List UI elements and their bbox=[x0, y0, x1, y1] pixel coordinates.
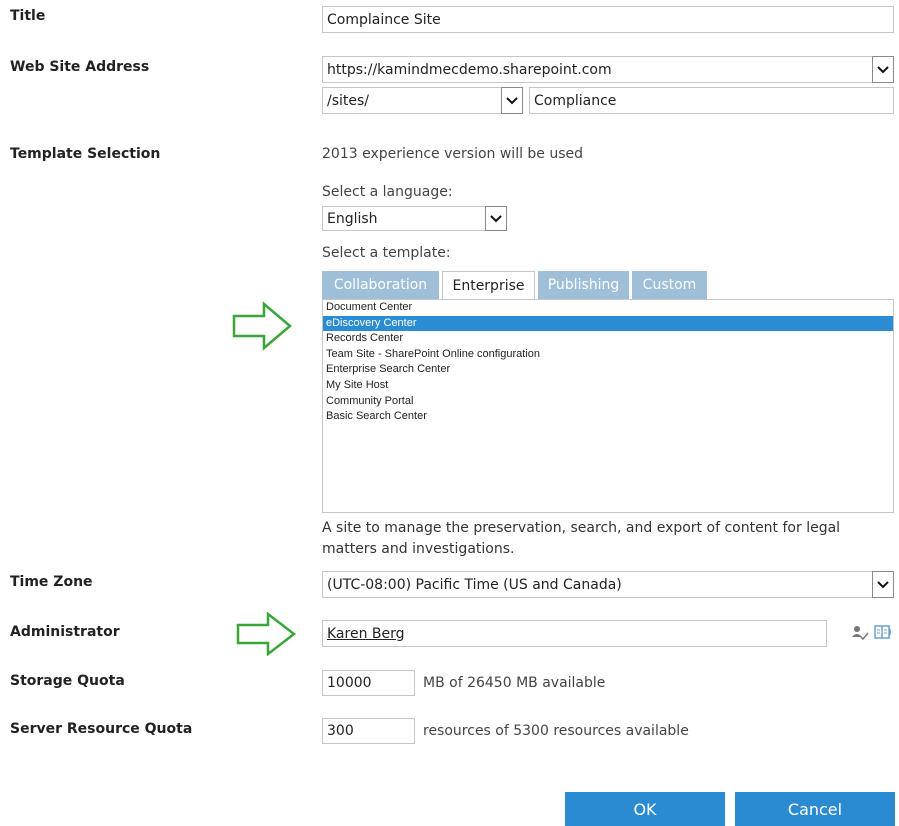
template-select-label: Select a template: bbox=[322, 245, 451, 261]
domain-select-value: https://kamindmecdemo.sharepoint.com bbox=[327, 61, 612, 78]
chevron-down-icon[interactable] bbox=[872, 571, 894, 598]
timezone-select-value: (UTC-08:00) Pacific Time (US and Canada) bbox=[327, 576, 622, 593]
path-select-value: /sites/ bbox=[327, 92, 370, 109]
arrow-right-icon bbox=[236, 612, 297, 656]
tab-custom[interactable]: Custom bbox=[632, 271, 707, 299]
title-input-value: Complaince Site bbox=[327, 11, 441, 28]
timezone-select[interactable]: (UTC-08:00) Pacific Time (US and Canada) bbox=[322, 571, 894, 598]
chevron-down-icon[interactable] bbox=[872, 56, 894, 83]
address-book-icon[interactable] bbox=[874, 624, 892, 640]
title-input[interactable]: Complaince Site bbox=[322, 6, 894, 33]
template-item[interactable]: Records Center bbox=[323, 331, 893, 347]
check-names-icon[interactable] bbox=[851, 625, 869, 641]
server-resource-input[interactable]: 300 bbox=[322, 718, 415, 744]
server-resource-label: Server Resource Quota bbox=[10, 721, 193, 737]
title-label: Title bbox=[10, 8, 46, 24]
server-resource-available: resources of 5300 resources available bbox=[423, 723, 689, 739]
domain-select[interactable]: https://kamindmecdemo.sharepoint.com bbox=[322, 56, 894, 83]
server-resource-input-value: 300 bbox=[327, 723, 354, 739]
language-select[interactable]: English bbox=[322, 206, 507, 231]
chevron-down-icon[interactable] bbox=[501, 87, 523, 114]
language-select-value: English bbox=[327, 210, 378, 227]
administrator-input-value: Karen Berg bbox=[327, 625, 405, 642]
storage-input[interactable]: 10000 bbox=[322, 670, 415, 696]
chevron-down-icon[interactable] bbox=[485, 206, 507, 231]
template-item[interactable]: Team Site - SharePoint Online configurat… bbox=[323, 347, 893, 363]
template-item[interactable]: Enterprise Search Center bbox=[323, 362, 893, 378]
storage-input-value: 10000 bbox=[327, 675, 372, 691]
template-item[interactable]: Basic Search Center bbox=[323, 409, 893, 425]
template-item[interactable]: Community Portal bbox=[323, 394, 893, 410]
arrow-right-icon bbox=[232, 301, 292, 351]
template-item[interactable]: My Site Host bbox=[323, 378, 893, 394]
storage-available: MB of 26450 MB available bbox=[423, 675, 606, 691]
template-list[interactable]: Document Center eDiscovery Center Record… bbox=[322, 299, 894, 513]
tab-publishing[interactable]: Publishing bbox=[538, 271, 629, 299]
template-item-selected[interactable]: eDiscovery Center bbox=[323, 315, 893, 332]
timezone-label: Time Zone bbox=[10, 574, 93, 590]
experience-note: 2013 experience version will be used bbox=[322, 146, 584, 162]
path-select[interactable]: /sites/ bbox=[322, 87, 523, 114]
tab-enterprise[interactable]: Enterprise bbox=[442, 271, 535, 300]
template-item[interactable]: Document Center bbox=[323, 300, 893, 316]
site-name-input[interactable]: Compliance bbox=[529, 87, 894, 114]
storage-label: Storage Quota bbox=[10, 673, 125, 689]
language-label: Select a language: bbox=[322, 184, 453, 200]
administrator-label: Administrator bbox=[10, 624, 120, 640]
template-label: Template Selection bbox=[10, 146, 161, 162]
web-address-label: Web Site Address bbox=[10, 59, 150, 75]
site-name-input-value: Compliance bbox=[534, 92, 617, 109]
tab-collaboration[interactable]: Collaboration bbox=[322, 271, 439, 299]
template-description: A site to manage the preservation, searc… bbox=[322, 520, 841, 557]
administrator-input[interactable]: Karen Berg bbox=[322, 620, 827, 647]
